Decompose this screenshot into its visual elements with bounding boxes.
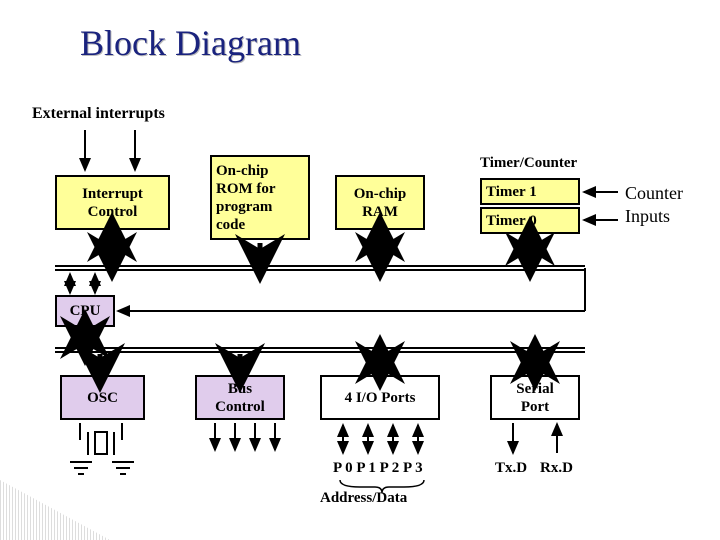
diagram-connectors	[0, 0, 720, 540]
